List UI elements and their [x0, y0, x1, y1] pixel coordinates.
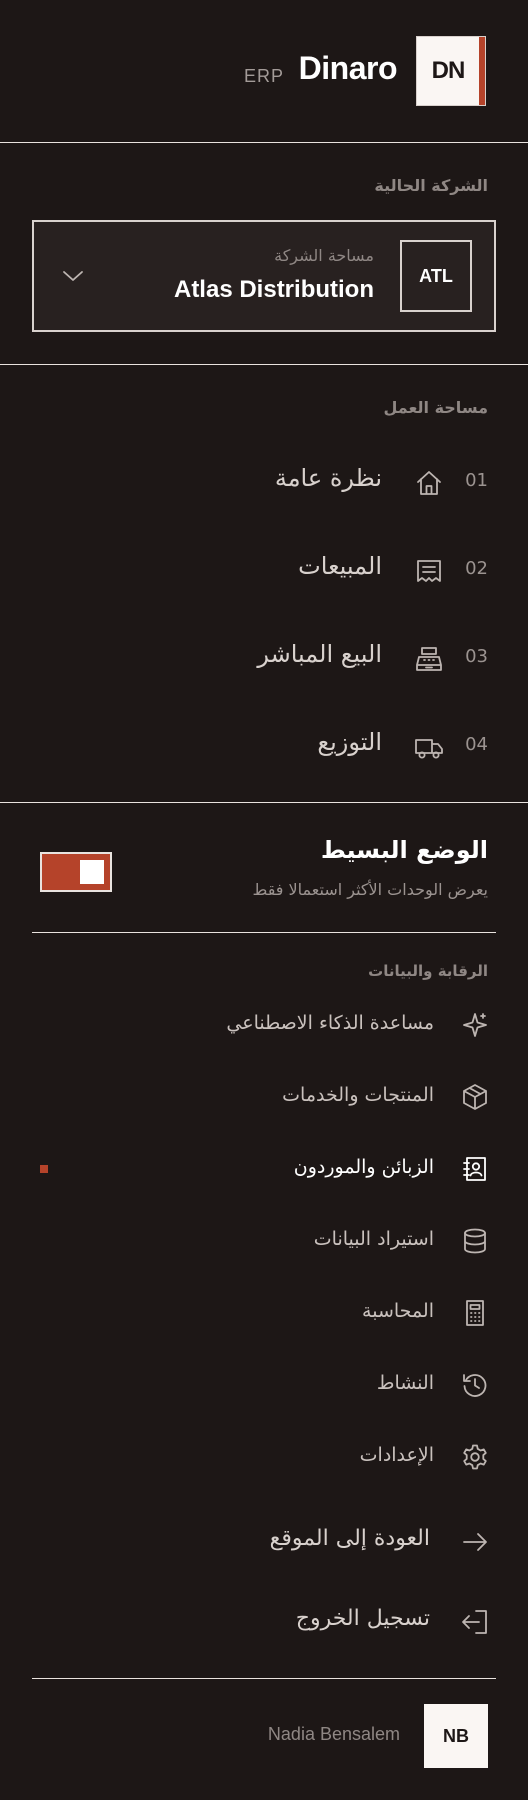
- active-indicator: [40, 1165, 48, 1173]
- nav-item-pos[interactable]: 03 البيع المباشر: [0, 628, 528, 688]
- nav-item-sales[interactable]: 02 المبيعات: [0, 540, 528, 600]
- nav-item-number: 02: [465, 558, 488, 579]
- simple-mode-subtitle: يعرض الوحدات الأكثر استعمالا فقط: [252, 880, 489, 899]
- brand-name: Dinaro: [298, 50, 398, 86]
- user-name: Nadia Bensalem: [267, 1724, 400, 1744]
- divider: [0, 802, 528, 803]
- database-icon: [464, 1228, 486, 1254]
- tool-item-label: الزبائن والموردون: [293, 1156, 434, 1178]
- simple-mode-title: الوضع البسيط: [320, 836, 488, 864]
- contacts-icon: [463, 1157, 486, 1181]
- back-to-site-label: العودة إلى الموقع: [269, 1526, 430, 1551]
- tool-item-activity[interactable]: النشاط: [0, 1360, 528, 1410]
- sparkle-icon: [463, 1013, 487, 1037]
- tool-item-label: النشاط: [376, 1372, 434, 1394]
- company-switcher[interactable]: ATL مساحة الشركة Atlas Distribution: [32, 220, 496, 332]
- nav-item-label: نظرة عامة: [274, 464, 382, 492]
- company-subtitle: مساحة الشركة: [274, 246, 374, 265]
- tool-item-label: الإعدادات: [359, 1444, 434, 1466]
- company-section-label: الشركة الحالية: [374, 176, 488, 195]
- home-icon: [417, 471, 441, 495]
- gear-icon: [463, 1444, 487, 1470]
- receipt-icon: [417, 560, 441, 582]
- tool-item-label: مساعدة الذكاء الاصطناعي: [226, 1012, 434, 1034]
- nav-item-label: التوزيع: [317, 728, 382, 756]
- divider: [0, 142, 528, 143]
- chevron-down-icon: [63, 271, 83, 281]
- box-icon: [463, 1084, 487, 1110]
- truck-icon: [415, 739, 443, 759]
- history-icon: [463, 1374, 487, 1397]
- calculator-icon: [466, 1300, 484, 1326]
- divider: [0, 364, 528, 365]
- tool-item-data-import[interactable]: استيراد البيانات: [0, 1216, 528, 1266]
- simple-mode-toggle[interactable]: [40, 852, 112, 892]
- toggle-knob: [80, 860, 104, 884]
- tool-item-label: المحاسبة: [362, 1300, 434, 1322]
- nav-item-label: المبيعات: [298, 552, 382, 580]
- workspace-section-label: مساحة العمل: [383, 398, 488, 417]
- back-to-site-link[interactable]: العودة إلى الموقع: [0, 1514, 528, 1570]
- divider: [32, 932, 496, 933]
- tool-item-ai-assistant[interactable]: مساعدة الذكاء الاصطناعي: [0, 1000, 528, 1050]
- nav-item-number: 01: [465, 470, 488, 491]
- divider: [32, 1678, 496, 1679]
- tools-section-label: الرقابة والبيانات: [368, 962, 488, 980]
- tool-item-settings[interactable]: الإعدادات: [0, 1432, 528, 1482]
- brand-suffix: ERP: [243, 66, 284, 86]
- logout-label: تسجيل الخروج: [295, 1606, 430, 1631]
- nav-item-number: 03: [465, 646, 488, 667]
- cash-register-icon: [416, 647, 442, 671]
- tool-item-label: المنتجات والخدمات: [282, 1084, 434, 1106]
- tool-item-accounting[interactable]: المحاسبة: [0, 1288, 528, 1338]
- logo[interactable]: DN: [416, 36, 486, 106]
- tool-item-contacts[interactable]: الزبائن والموردون: [0, 1144, 528, 1194]
- logout-icon: [462, 1610, 487, 1634]
- nav-item-overview[interactable]: 01 نظرة عامة: [0, 452, 528, 512]
- logo-stripe: [479, 37, 485, 105]
- company-badge: ATL: [400, 240, 472, 312]
- nav-item-label: البيع المباشر: [257, 640, 382, 668]
- tool-item-products[interactable]: المنتجات والخدمات: [0, 1072, 528, 1122]
- company-name: Atlas Distribution: [173, 276, 374, 303]
- nav-item-distribution[interactable]: 04 التوزيع: [0, 716, 528, 776]
- nav-item-number: 04: [465, 734, 488, 755]
- avatar[interactable]: NB: [424, 1704, 488, 1768]
- arrow-right-icon: [463, 1533, 487, 1551]
- tool-item-label: استيراد البيانات: [313, 1228, 434, 1250]
- logo-initials: DN: [431, 57, 466, 84]
- logout-link[interactable]: تسجيل الخروج: [0, 1594, 528, 1650]
